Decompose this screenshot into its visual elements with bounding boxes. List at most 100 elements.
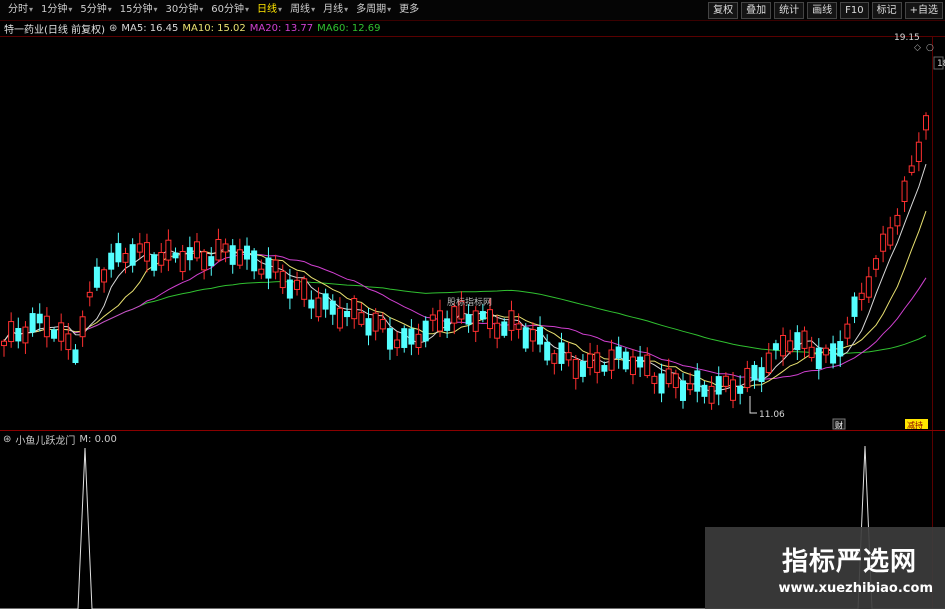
candle-body xyxy=(830,343,837,364)
candle-body xyxy=(494,322,501,339)
candle-body xyxy=(908,165,915,173)
pane-divider xyxy=(0,430,945,431)
candle-body xyxy=(537,326,544,345)
candle-body xyxy=(615,346,622,359)
candle-body xyxy=(265,257,272,279)
candle-body xyxy=(894,214,901,227)
indicator-info-bar: ⊛ 小鱼儿跃龙门 M: 0.00 xyxy=(0,432,121,447)
candle-body xyxy=(694,370,701,392)
candle-body xyxy=(308,299,315,309)
candle-body xyxy=(436,310,443,332)
ma20-path xyxy=(3,253,927,381)
candle-body xyxy=(551,353,558,364)
candle-body xyxy=(479,311,486,320)
candle-body xyxy=(379,319,386,330)
candle-body xyxy=(608,349,615,371)
candle-body xyxy=(865,276,872,298)
candle-body xyxy=(101,269,108,283)
candle-body xyxy=(822,347,829,356)
candle-body xyxy=(658,373,665,394)
candle-body xyxy=(415,333,422,349)
site-watermark: 指标严选网 www.xuezhibiao.com xyxy=(705,527,945,609)
candle-body xyxy=(515,323,522,330)
candle-body xyxy=(722,375,729,387)
candle-body xyxy=(186,247,193,261)
candle-body xyxy=(451,306,458,324)
candle-body xyxy=(422,320,429,342)
candle-body xyxy=(872,258,879,270)
candle-body xyxy=(115,243,122,263)
candle-body xyxy=(844,323,851,339)
indicator-value: M: 0.00 xyxy=(79,433,117,445)
event-marker: 财 xyxy=(835,420,843,430)
candle-body xyxy=(887,227,894,246)
candle-body xyxy=(215,238,222,261)
candle-body xyxy=(622,351,629,370)
candle-body xyxy=(365,318,372,336)
candle-body xyxy=(294,279,301,290)
candlestick-series xyxy=(1,112,929,410)
candle-body xyxy=(408,328,415,345)
candle-body xyxy=(251,250,258,272)
candle-body xyxy=(208,256,215,267)
candle-body xyxy=(72,349,79,364)
candle-body xyxy=(122,253,129,263)
candle-body xyxy=(244,245,251,260)
candle-body xyxy=(43,315,50,338)
candle-body xyxy=(837,341,844,357)
candle-body xyxy=(129,244,136,266)
candle-body xyxy=(880,233,887,252)
candle-body xyxy=(594,352,601,373)
candle-body xyxy=(701,384,708,397)
candle-body xyxy=(279,270,286,289)
diamond-icon: ◇ xyxy=(914,43,921,53)
chart-canvas[interactable]: 19.15 18 ◇ ○ 11.06 股标指标网 财 减持 xyxy=(0,0,945,609)
candle-body xyxy=(751,364,758,381)
candle-body xyxy=(29,313,36,333)
candle-body xyxy=(36,313,43,324)
candle-body xyxy=(730,379,737,401)
candle-body xyxy=(429,314,436,321)
candle-body xyxy=(644,354,651,377)
candle-body xyxy=(465,314,472,325)
candle-body xyxy=(193,241,200,259)
candle-body xyxy=(179,251,186,273)
candle-body xyxy=(329,300,336,315)
event-badge: 减持 xyxy=(907,420,923,430)
high-price-label: 19.15 xyxy=(894,33,920,43)
candle-body xyxy=(394,339,401,349)
low-price-pointer xyxy=(749,396,757,414)
candle-body xyxy=(172,252,179,259)
low-price-label: 11.06 xyxy=(759,410,785,420)
candle-body xyxy=(715,376,722,395)
candle-body xyxy=(665,368,672,385)
candle-body xyxy=(58,322,65,342)
candle-body xyxy=(8,321,15,343)
candle-body xyxy=(672,373,679,389)
candle-body xyxy=(336,307,343,329)
candle-body xyxy=(344,310,351,318)
candle-body xyxy=(787,340,794,353)
candle-body xyxy=(1,340,7,347)
candle-body xyxy=(272,259,279,273)
axis-price-label: 18 xyxy=(937,59,945,69)
candle-body xyxy=(708,385,715,404)
candle-body xyxy=(815,347,822,370)
settings-icon[interactable]: ⊛ xyxy=(3,434,11,445)
candle-body xyxy=(851,296,858,317)
candle-body xyxy=(472,310,479,332)
circle-icon: ○ xyxy=(926,43,934,53)
candle-body xyxy=(401,328,408,348)
candle-body xyxy=(136,243,143,253)
candle-body xyxy=(79,316,86,338)
candle-body xyxy=(301,278,308,300)
candle-body xyxy=(201,251,208,271)
candle-body xyxy=(765,352,772,374)
candle-body xyxy=(22,326,29,344)
candle-body xyxy=(529,329,536,342)
candle-body xyxy=(544,341,551,361)
candle-body xyxy=(601,365,608,372)
candle-body xyxy=(229,245,236,265)
candle-body xyxy=(222,243,229,253)
indicator-name: 小鱼儿跃龙门 xyxy=(15,435,76,447)
